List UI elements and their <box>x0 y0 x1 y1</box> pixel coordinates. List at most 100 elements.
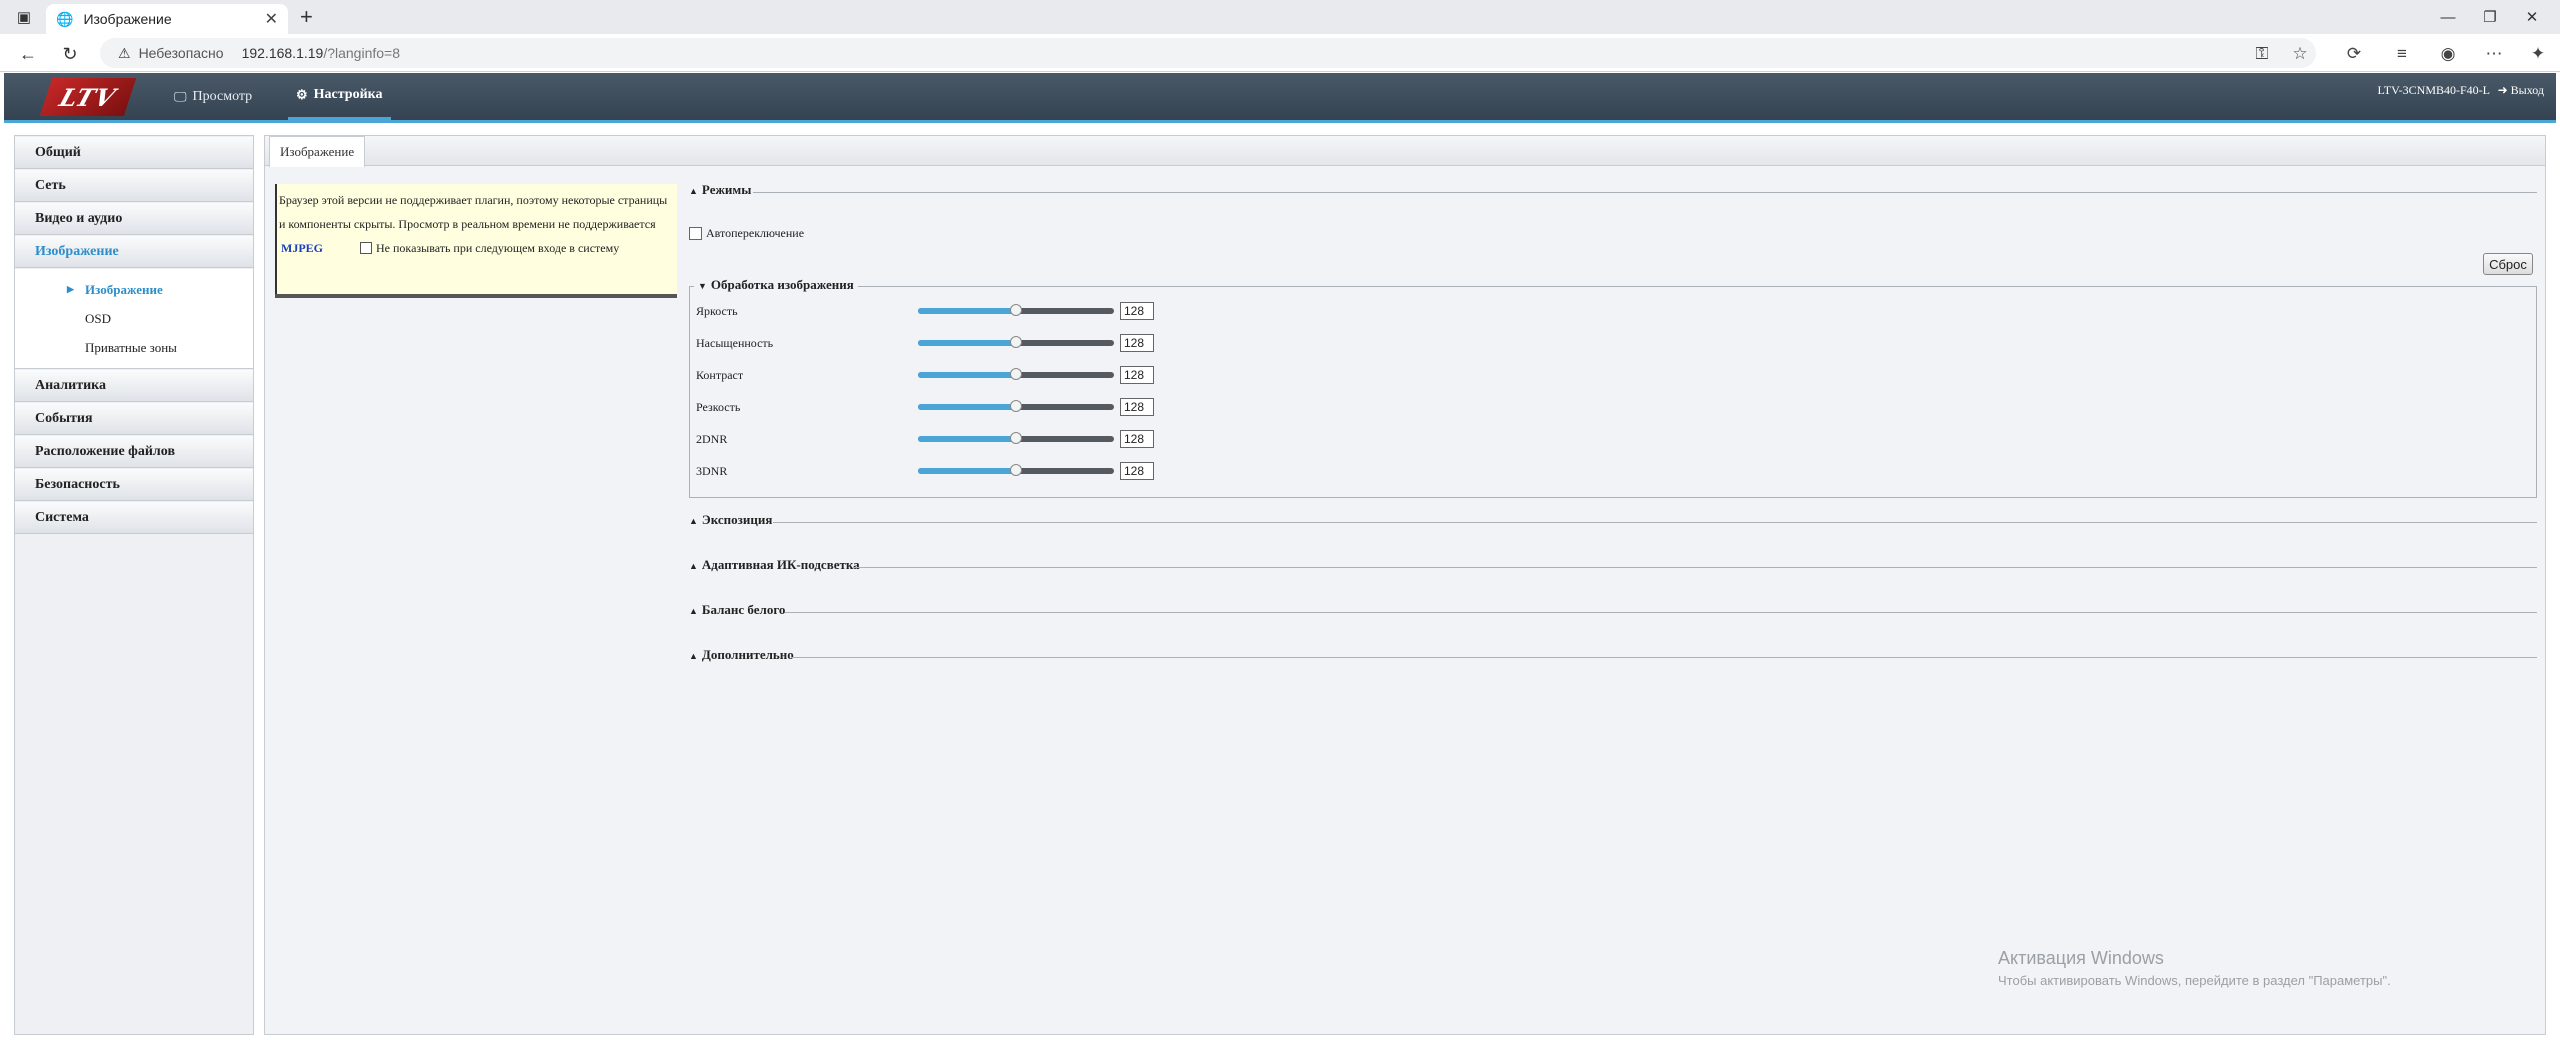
slider-handle[interactable] <box>1010 304 1022 316</box>
logout-icon: ➜ <box>2497 83 2508 97</box>
nav-settings[interactable]: ⚙ Настройка <box>288 73 391 120</box>
param-value-input[interactable]: 128 <box>1120 430 1154 448</box>
section-modes-label: Режимы <box>701 182 752 197</box>
slider-fill <box>918 436 1016 442</box>
param-value-input[interactable]: 128 <box>1120 366 1154 384</box>
param-row: Резкость 128 <box>696 397 1296 417</box>
section-exposure[interactable]: ▲ Экспозиция <box>689 512 2537 532</box>
new-tab-button[interactable]: + <box>300 4 313 30</box>
section-advanced[interactable]: ▲ Дополнительно <box>689 647 2537 667</box>
sidebar-group-security[interactable]: Безопасность <box>15 469 253 501</box>
window-close-icon[interactable]: ✕ <box>2512 0 2552 34</box>
dont-show-label: Не показывать при следующем входе в сист… <box>376 241 620 255</box>
nav-preview[interactable]: 🖵 Просмотр <box>174 73 252 120</box>
favorite-star-icon[interactable]: ☆ <box>2286 40 2314 68</box>
param-row: Яркость 128 <box>696 301 1296 321</box>
sidebar-item-osd[interactable]: OSD <box>15 304 253 333</box>
sidebar-item-label: Изображение <box>85 281 163 297</box>
key-icon[interactable]: ⚿ <box>2248 40 2276 68</box>
url-field[interactable]: ⚠ Небезопасно 192.168.1.19/?langinfo=8 <box>100 38 2316 68</box>
sidebar-item-image[interactable]: ▶ Изображение <box>15 275 253 304</box>
divider <box>853 567 2537 568</box>
logout-button[interactable]: ➜ Выход <box>2498 83 2544 98</box>
sidebar-subitems: ▶ Изображение OSD Приватные зоны <box>15 269 253 369</box>
sidebar-item-privacy-zones[interactable]: Приватные зоны <box>15 333 253 362</box>
section-adaptive-ir[interactable]: ▲ Адаптивная ИК-подсветка <box>689 557 2537 577</box>
slider-handle[interactable] <box>1010 400 1022 412</box>
param-row: 2DNR 128 <box>696 429 1296 449</box>
divider <box>785 612 2537 613</box>
back-icon[interactable]: ← <box>14 40 42 68</box>
dont-show-checkbox[interactable] <box>360 242 372 254</box>
extensions-icon[interactable]: ⟳ <box>2340 40 2368 68</box>
logout-label: Выход <box>2510 83 2544 97</box>
restore-icon[interactable]: ❐ <box>2470 0 2510 34</box>
copilot-icon[interactable]: ✦ <box>2524 40 2552 68</box>
monitor-icon: 🖵 <box>174 88 187 104</box>
param-slider[interactable] <box>918 432 1114 444</box>
divider <box>791 657 2537 658</box>
slider-handle[interactable] <box>1010 336 1022 348</box>
param-slider[interactable] <box>918 464 1114 476</box>
tab-image[interactable]: Изображение <box>269 136 366 167</box>
slider-fill <box>918 468 1016 474</box>
slider-handle[interactable] <box>1010 368 1022 380</box>
more-menu-icon[interactable]: ⋯ <box>2480 40 2508 68</box>
sidebar-group-network[interactable]: Сеть <box>15 170 253 202</box>
address-bar-row: ← ↻ ⚠ Небезопасно 192.168.1.19/?langinfo… <box>0 34 2560 72</box>
sidebar-group-image[interactable]: Изображение <box>15 236 253 268</box>
favorites-icon[interactable]: ≡ <box>2388 40 2416 68</box>
browser-tab[interactable]: 🌐 Изображение ✕ <box>46 4 288 34</box>
page-tab-strip: Изображение <box>265 136 2545 167</box>
profile-avatar[interactable]: ◉ <box>2434 40 2462 68</box>
settings-sidebar: Общий Сеть Видео и аудио Изображение ▶ И… <box>14 135 254 1035</box>
caret-down-icon: ▼ <box>698 281 707 291</box>
param-value-input[interactable]: 128 <box>1120 334 1154 352</box>
section-processing[interactable]: ▼ Обработка изображения <box>694 277 858 297</box>
section-advanced-label: Дополнительно <box>701 647 794 662</box>
reload-icon[interactable]: ↻ <box>56 40 84 68</box>
sidebar-group-events[interactable]: События <box>15 403 253 435</box>
sidebar-group-analytics[interactable]: Аналитика <box>15 370 253 402</box>
sidebar-group-storage[interactable]: Расположение файлов <box>15 436 253 468</box>
tab-actions-icon[interactable]: ▣ <box>4 0 44 34</box>
insecure-label: Небезопасно <box>138 45 224 61</box>
caret-up-icon: ▲ <box>689 186 698 196</box>
sidebar-group-general[interactable]: Общий <box>15 137 253 169</box>
slider-handle[interactable] <box>1010 432 1022 444</box>
watermark-subtitle: Чтобы активировать Windows, перейдите в … <box>1998 973 2391 988</box>
section-modes[interactable]: ▲ Режимы <box>689 182 2537 202</box>
sidebar-group-video-audio[interactable]: Видео и аудио <box>15 203 253 235</box>
param-slider[interactable] <box>918 400 1114 412</box>
slider-handle[interactable] <box>1010 464 1022 476</box>
reset-button[interactable]: Сброс <box>2483 253 2533 275</box>
minimize-icon[interactable]: — <box>2428 0 2468 34</box>
param-value-input[interactable]: 128 <box>1120 462 1154 480</box>
url-path: /?langinfo=8 <box>323 45 401 61</box>
slider-fill <box>918 308 1016 314</box>
caret-up-icon: ▲ <box>689 606 698 616</box>
param-slider[interactable] <box>918 336 1114 348</box>
caret-up-icon: ▲ <box>689 516 698 526</box>
divider <box>773 522 2537 523</box>
slider-fill <box>918 404 1016 410</box>
section-processing-label: Обработка изображения <box>710 277 854 292</box>
section-white-balance[interactable]: ▲ Баланс белого <box>689 602 2537 622</box>
url-host: 192.168.1.19 <box>241 45 324 61</box>
warning-icon: ⚠ <box>118 44 131 61</box>
slider-fill <box>918 340 1016 346</box>
auto-switch-option[interactable]: Автопереключение <box>689 226 804 241</box>
mjpeg-label: MJPEG <box>281 241 323 255</box>
app-header: LTV 🖵 Просмотр ⚙ Настройка LTV-3CNMB40-F… <box>4 73 2556 123</box>
auto-switch-checkbox[interactable] <box>689 227 702 240</box>
section-wb-label: Баланс белого <box>701 602 786 617</box>
param-slider[interactable] <box>918 304 1114 316</box>
plugin-notice: Браузер этой версии не поддерживает плаг… <box>275 184 677 294</box>
sidebar-group-system[interactable]: Система <box>15 502 253 534</box>
close-tab-icon[interactable]: ✕ <box>265 9 278 29</box>
param-slider[interactable] <box>918 368 1114 380</box>
param-value-input[interactable]: 128 <box>1120 398 1154 416</box>
param-label: Резкость <box>696 399 741 414</box>
param-value-input[interactable]: 128 <box>1120 302 1154 320</box>
globe-icon: 🌐 <box>56 10 74 27</box>
